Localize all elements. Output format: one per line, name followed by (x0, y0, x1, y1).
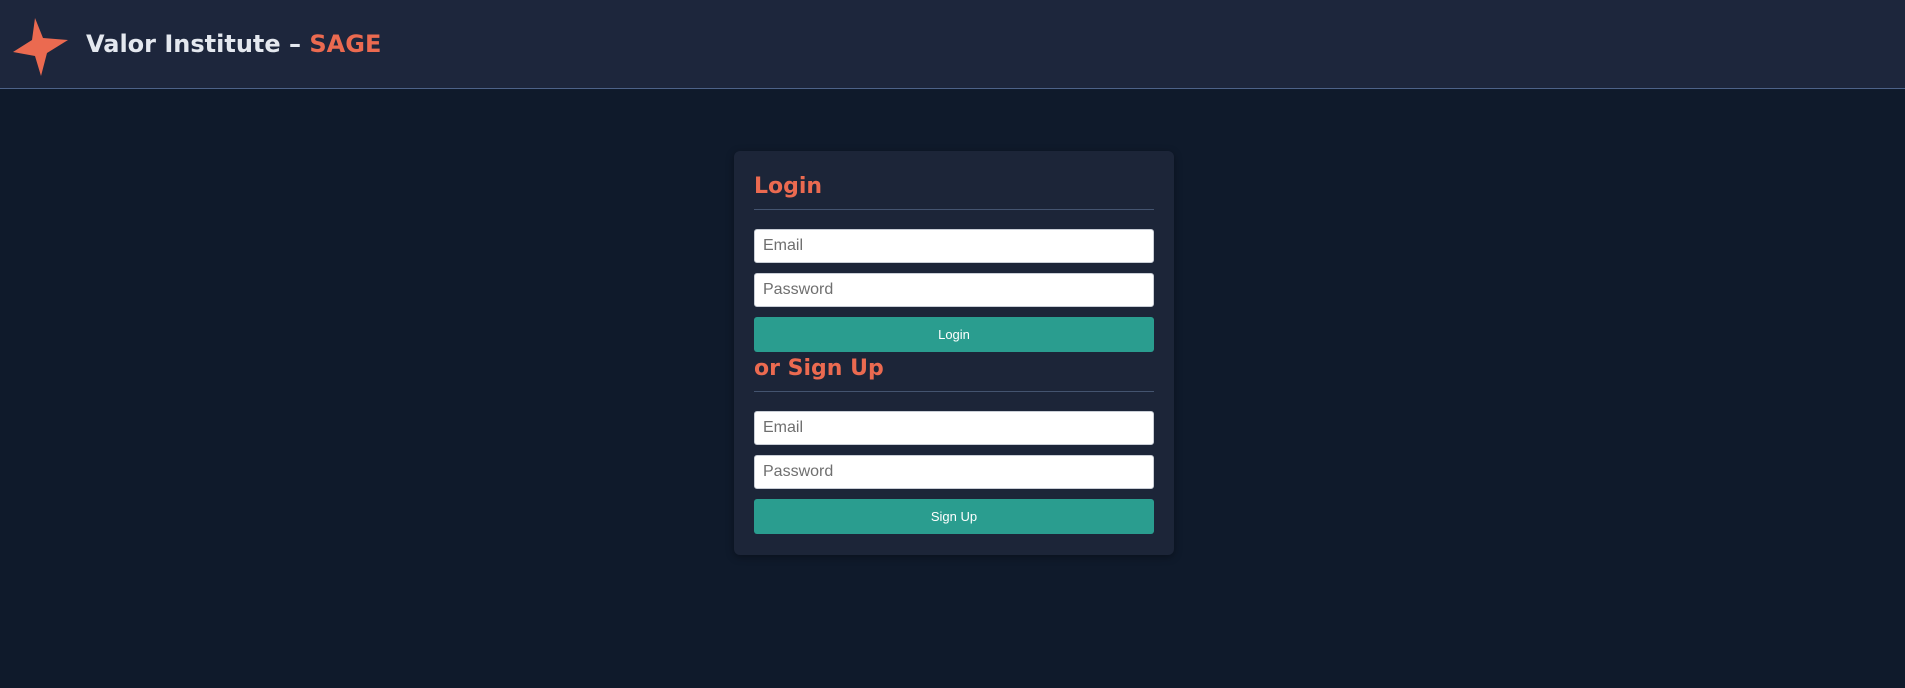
signup-button[interactable]: Sign Up (754, 499, 1154, 534)
app-title: Valor Institute – SAGE (86, 28, 381, 60)
app-title-main: Valor Institute – (86, 30, 310, 58)
login-divider (754, 209, 1154, 210)
signup-email-input[interactable] (754, 411, 1154, 445)
login-email-input[interactable] (754, 229, 1154, 263)
app-header: Valor Institute – SAGE (0, 0, 1905, 89)
auth-card: Login Login or Sign Up Sign Up (734, 151, 1174, 555)
signup-title: or Sign Up (754, 356, 884, 381)
app-title-accent: SAGE (309, 30, 382, 58)
signup-divider (754, 391, 1154, 392)
login-title: Login (754, 174, 823, 199)
login-button[interactable]: Login (754, 317, 1154, 352)
signup-password-input[interactable] (754, 455, 1154, 489)
login-password-input[interactable] (754, 273, 1154, 307)
star-icon (13, 18, 68, 76)
